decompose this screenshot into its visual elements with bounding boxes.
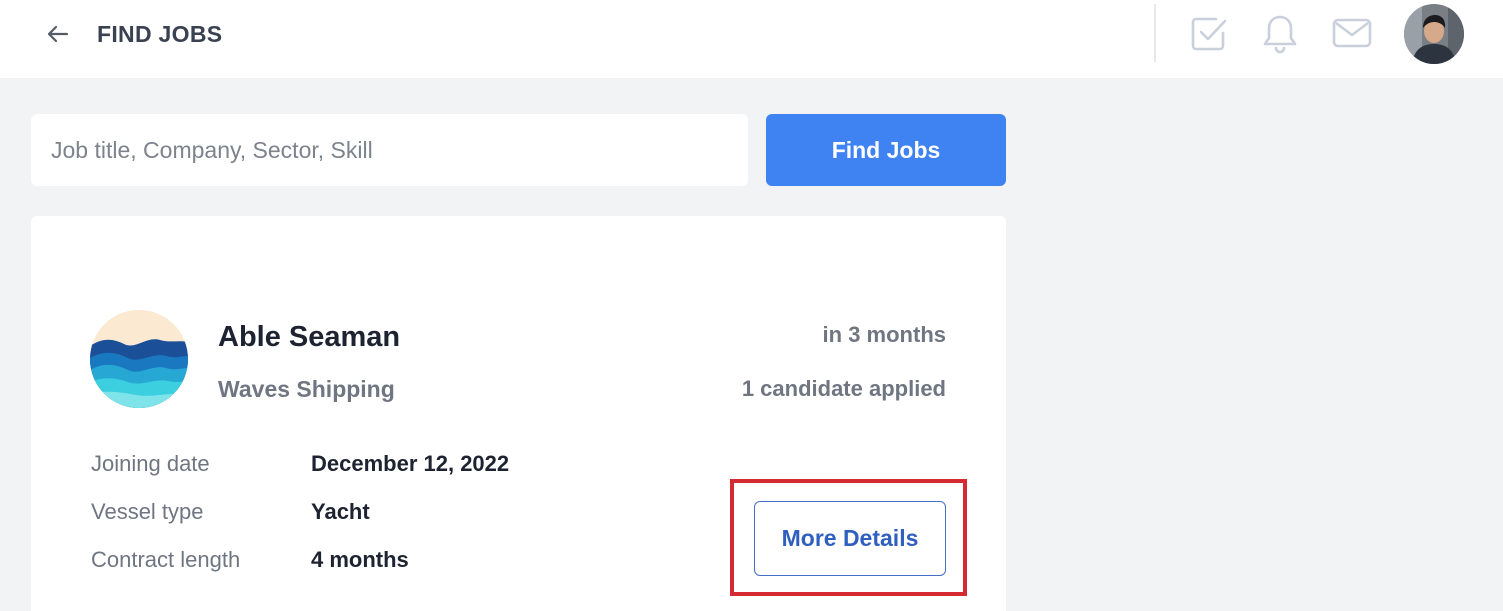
avatar-photo-icon — [1404, 4, 1464, 64]
contract-length-value: 4 months — [311, 547, 409, 572]
find-jobs-button[interactable]: Find Jobs — [766, 114, 1006, 186]
posted-time: in 3 months — [822, 322, 946, 347]
checkbox-icon — [1191, 17, 1227, 51]
arrow-left-icon — [47, 25, 69, 43]
tasks-button[interactable] — [1188, 12, 1230, 54]
joining-date-label: Joining date — [91, 451, 210, 476]
vessel-type-value: Yacht — [311, 499, 370, 524]
waves-logo-icon — [90, 310, 188, 408]
vessel-type-label: Vessel type — [91, 499, 204, 524]
company-logo — [90, 310, 188, 408]
page-title: FIND JOBS — [97, 21, 223, 47]
back-button[interactable] — [42, 20, 74, 48]
more-details-button[interactable]: More Details — [754, 501, 946, 576]
top-bar: FIND JOBS — [0, 0, 1503, 78]
job-title[interactable]: Able Seaman — [218, 319, 400, 355]
joining-date-value: December 12, 2022 — [311, 451, 510, 476]
job-card: Able Seaman Waves Shipping in 3 months 1… — [31, 216, 1006, 611]
header-divider — [1154, 4, 1156, 62]
notifications-button[interactable] — [1259, 12, 1301, 54]
user-avatar[interactable] — [1404, 4, 1464, 64]
company-name: Waves Shipping — [218, 376, 395, 402]
messages-button[interactable] — [1331, 12, 1373, 54]
mail-icon — [1332, 18, 1372, 48]
contract-length-label: Contract length — [91, 547, 241, 572]
search-input[interactable] — [31, 114, 748, 186]
bell-icon — [1263, 15, 1297, 54]
applicant-count: 1 candidate applied — [741, 376, 946, 401]
search-field-wrapper — [31, 114, 748, 186]
